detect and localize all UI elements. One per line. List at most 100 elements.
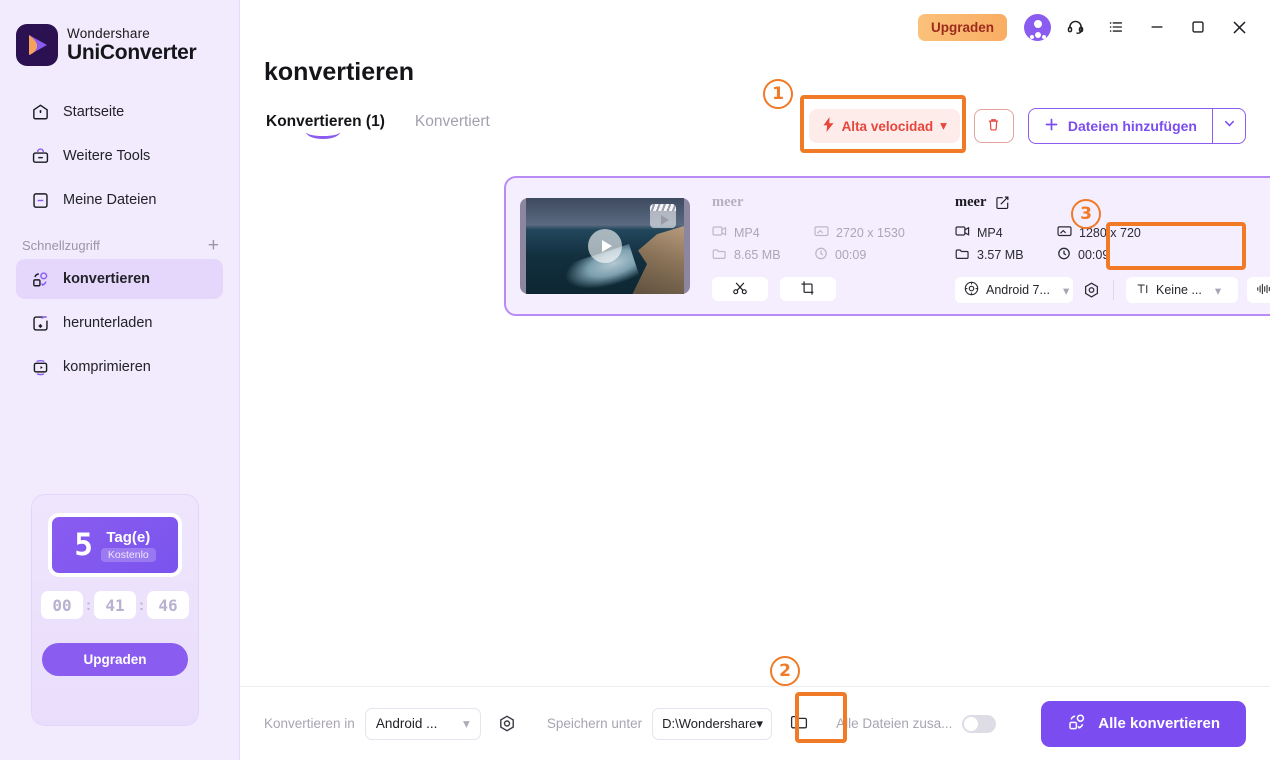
folder-icon bbox=[955, 248, 970, 263]
source-info: meer MP4 2720 x 1530 8.65 MB 00:09 bbox=[712, 194, 937, 314]
convert-to-dropdown[interactable]: Android ... ▾ bbox=[364, 707, 481, 740]
bottom-bar: Konvertieren in Android ... ▾ Speichern … bbox=[240, 686, 1270, 760]
video-camera-icon bbox=[712, 225, 727, 240]
target-size-value: 3.57 MB bbox=[977, 248, 1024, 262]
target-format: MP4 bbox=[955, 225, 1057, 240]
target-format-value: MP4 bbox=[977, 225, 1003, 240]
upgrade-button[interactable]: Upgraden bbox=[917, 13, 1007, 41]
film-clapper-icon bbox=[650, 204, 676, 228]
video-camera-icon bbox=[955, 225, 970, 240]
trash-icon bbox=[985, 116, 1002, 136]
sidebar-item-konvertieren[interactable]: konvertieren bbox=[16, 259, 223, 299]
brand-bottom-label: UniConverter bbox=[67, 40, 197, 64]
convert-all-button[interactable]: Alle konvertieren bbox=[1041, 700, 1246, 747]
subtitle-dropdown[interactable]: Keine ... ▾ bbox=[1126, 277, 1238, 303]
countdown-minutes: 41 bbox=[94, 591, 136, 619]
countdown-sep-2: : bbox=[139, 596, 144, 614]
promo-upgrade-button[interactable]: Upgraden bbox=[42, 643, 188, 676]
convert-icon bbox=[1067, 712, 1087, 736]
chevron-down-icon: ▾ bbox=[463, 715, 470, 731]
sidebar: Wondershare UniConverter Startseite Weit… bbox=[0, 0, 240, 760]
headset-icon[interactable] bbox=[1058, 10, 1092, 44]
app-window: Wondershare UniConverter Startseite Weit… bbox=[0, 0, 1270, 760]
quick-access-header: Schnellzugriff + bbox=[22, 236, 219, 255]
high-speed-dropdown[interactable]: Alta velocidad ▾ bbox=[808, 109, 960, 143]
play-icon[interactable] bbox=[588, 229, 622, 263]
merge-files-toggle[interactable] bbox=[962, 714, 997, 733]
tab-konvertieren[interactable]: Konvertieren (1) bbox=[266, 113, 385, 139]
source-resolution: 2720 x 1530 bbox=[814, 225, 937, 240]
countdown-hours: 00 bbox=[41, 591, 83, 619]
audio-dropdown[interactable]: English... ▾ bbox=[1247, 277, 1270, 303]
target-duration-value: 00:09 bbox=[1078, 248, 1110, 262]
sidebar-item-meine-dateien[interactable]: Meine Dateien bbox=[16, 180, 223, 220]
merge-files-label: Alle Dateien zusa... bbox=[836, 716, 953, 731]
sidebar-nav: Startseite Weitere Tools Meine Dateien S… bbox=[0, 92, 239, 387]
save-path-value: D:\Wondershare bbox=[662, 716, 757, 731]
maximize-icon[interactable] bbox=[1181, 10, 1215, 44]
high-speed-label: Alta velocidad bbox=[841, 118, 934, 134]
edit-pencil-icon[interactable] bbox=[995, 195, 1010, 210]
save-path-dropdown[interactable]: D:\Wondershare ▾ bbox=[652, 707, 773, 740]
save-to-label: Speichern unter bbox=[546, 716, 643, 731]
page-title: konvertieren bbox=[264, 58, 415, 86]
brand-top-label: Wondershare bbox=[67, 26, 150, 42]
countdown-sep-1: : bbox=[86, 596, 91, 614]
sidebar-item-startseite[interactable]: Startseite bbox=[16, 92, 223, 132]
crop-icon bbox=[800, 280, 816, 299]
chevron-down-icon: ▾ bbox=[756, 715, 764, 731]
quick-access-label: Schnellzugriff bbox=[22, 238, 100, 253]
sidebar-item-label: komprimieren bbox=[63, 359, 151, 375]
toolbar: Alta velocidad ▾ Dateien hinzufügen bbox=[808, 108, 1246, 144]
source-format-value: MP4 bbox=[734, 225, 760, 240]
minimize-icon[interactable] bbox=[1140, 10, 1174, 44]
text-icon bbox=[1135, 282, 1149, 299]
target-size: 3.57 MB bbox=[955, 247, 1057, 263]
add-files-button[interactable]: Dateien hinzufügen bbox=[1027, 108, 1212, 144]
chevron-down-icon: ▾ bbox=[1214, 283, 1222, 298]
sidebar-item-komprimieren[interactable]: komprimieren bbox=[16, 347, 223, 387]
video-thumbnail[interactable] bbox=[520, 198, 690, 294]
title-bar: Upgraden bbox=[240, 0, 1270, 54]
add-files-label: Dateien hinzufügen bbox=[1067, 118, 1197, 134]
source-duration-value: 00:09 bbox=[835, 248, 867, 262]
sidebar-item-label: konvertieren bbox=[63, 271, 151, 287]
chevron-down-icon bbox=[1223, 117, 1236, 135]
convert-all-label: Alle konvertieren bbox=[1098, 715, 1220, 732]
source-size-value: 8.65 MB bbox=[734, 248, 781, 262]
subtitle-value: Keine ... bbox=[1156, 283, 1202, 297]
toolbox-icon bbox=[30, 146, 50, 166]
lightning-bolt-icon bbox=[822, 117, 835, 135]
home-icon bbox=[30, 102, 50, 122]
preset-dropdown[interactable]: Android 7... ▾ bbox=[955, 277, 1073, 303]
crop-button[interactable] bbox=[780, 277, 836, 301]
folder-icon bbox=[712, 248, 727, 263]
convert-icon bbox=[30, 269, 50, 289]
gear-icon[interactable] bbox=[497, 714, 517, 734]
clock-icon bbox=[814, 247, 828, 263]
file-card: meer MP4 2720 x 1530 8.65 MB 00:09 meer … bbox=[504, 176, 1270, 316]
convert-to-label: Konvertieren in bbox=[264, 716, 355, 731]
source-resolution-value: 2720 x 1530 bbox=[836, 225, 905, 240]
trial-days-label: Tag(e) bbox=[106, 528, 151, 546]
resolution-icon bbox=[814, 225, 829, 240]
delete-all-button[interactable] bbox=[973, 109, 1014, 143]
countdown-seconds: 46 bbox=[147, 591, 189, 619]
sidebar-item-label: Startseite bbox=[63, 104, 125, 120]
sidebar-item-herunterladen[interactable]: herunterladen bbox=[16, 303, 223, 343]
trim-button[interactable] bbox=[712, 277, 768, 301]
close-icon[interactable] bbox=[1222, 10, 1256, 44]
promo-card: 5 Tag(e) Kostenlo 00 : 41 : 46 Upgraden bbox=[31, 494, 199, 726]
plus-icon[interactable]: + bbox=[208, 236, 219, 255]
list-menu-icon[interactable] bbox=[1099, 10, 1133, 44]
preset-value: Android 7... bbox=[986, 283, 1050, 297]
add-files-dropdown-toggle[interactable] bbox=[1212, 108, 1246, 144]
chevron-down-icon: ▾ bbox=[940, 118, 947, 133]
browse-folder-button[interactable] bbox=[782, 707, 817, 740]
source-format: MP4 bbox=[712, 225, 814, 240]
tab-konvertiert[interactable]: Konvertiert bbox=[415, 113, 490, 139]
sidebar-item-weitere-tools[interactable]: Weitere Tools bbox=[16, 136, 223, 176]
compress-icon bbox=[30, 357, 50, 377]
gear-icon[interactable] bbox=[1082, 281, 1101, 300]
user-avatar[interactable] bbox=[1024, 13, 1051, 41]
